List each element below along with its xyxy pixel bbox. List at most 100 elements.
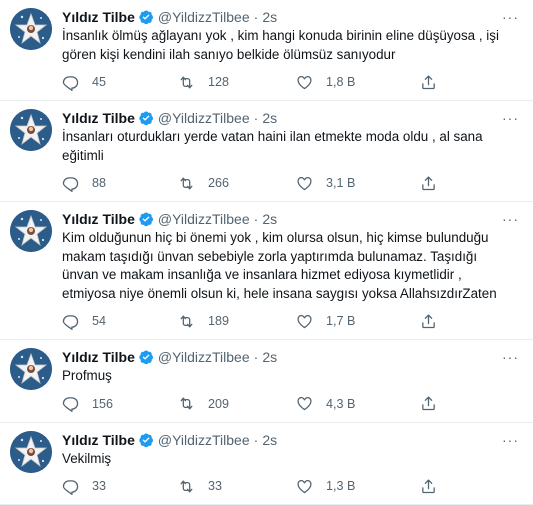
retweet-count: 128 xyxy=(208,75,229,89)
retweet-icon xyxy=(178,175,195,192)
star-avatar-icon xyxy=(10,8,52,50)
reply-count: 54 xyxy=(92,314,106,328)
more-options-icon[interactable]: ··· xyxy=(502,110,519,126)
tweet-text: Profmuş xyxy=(62,367,519,386)
tweet-actions: 45 128 1,8 B xyxy=(62,64,519,100)
reply-icon xyxy=(62,478,79,495)
avatar[interactable] xyxy=(10,210,52,252)
reply-button[interactable]: 33 xyxy=(62,478,178,495)
avatar[interactable] xyxy=(10,8,52,50)
tweet-feed: Yıldız Tilbe @YildizzTilbee · 2s ··· İns… xyxy=(0,0,533,505)
username[interactable]: @YildizzTilbee xyxy=(158,109,250,127)
separator-dot: · xyxy=(254,210,259,228)
verified-badge-icon xyxy=(138,349,154,365)
tweet-header: Yıldız Tilbe @YildizzTilbee · 2s xyxy=(62,431,519,449)
username[interactable]: @YildizzTilbee xyxy=(158,348,250,366)
display-name[interactable]: Yıldız Tilbe xyxy=(62,348,135,366)
tweet[interactable]: Yıldız Tilbe @YildizzTilbee · 2s ··· İns… xyxy=(0,101,533,202)
display-name[interactable]: Yıldız Tilbe xyxy=(62,431,135,449)
retweet-button[interactable]: 128 xyxy=(178,74,296,91)
reply-icon xyxy=(62,74,79,91)
timestamp[interactable]: 2s xyxy=(262,431,277,449)
timestamp[interactable]: 2s xyxy=(262,348,277,366)
star-avatar-icon xyxy=(10,210,52,252)
share-button[interactable] xyxy=(420,74,450,91)
like-count: 1,8 B xyxy=(326,75,355,89)
verified-badge-icon xyxy=(138,211,154,227)
share-icon xyxy=(420,175,437,192)
separator-dot: · xyxy=(254,348,259,366)
tweet-actions: 156 209 4,3 B xyxy=(62,386,519,422)
username[interactable]: @YildizzTilbee xyxy=(158,8,250,26)
reply-button[interactable]: 88 xyxy=(62,175,178,192)
reply-count: 45 xyxy=(92,75,106,89)
retweet-button[interactable]: 209 xyxy=(178,395,296,412)
share-button[interactable] xyxy=(420,395,450,412)
username[interactable]: @YildizzTilbee xyxy=(158,210,250,228)
tweet[interactable]: Yıldız Tilbe @YildizzTilbee · 2s ··· Kim… xyxy=(0,202,533,340)
like-icon xyxy=(296,175,313,192)
like-icon xyxy=(296,313,313,330)
reply-icon xyxy=(62,395,79,412)
avatar[interactable] xyxy=(10,431,52,473)
star-avatar-icon xyxy=(10,109,52,151)
like-button[interactable]: 3,1 B xyxy=(296,175,420,192)
tweet-text: İnsanları oturdukları yerde vatan haini … xyxy=(62,128,519,165)
more-options-icon[interactable]: ··· xyxy=(502,211,519,227)
reply-icon xyxy=(62,313,79,330)
tweet-text: Vekilmiş xyxy=(62,450,519,469)
share-icon xyxy=(420,478,437,495)
retweet-icon xyxy=(178,478,195,495)
like-count: 1,7 B xyxy=(326,314,355,328)
timestamp[interactable]: 2s xyxy=(262,210,277,228)
like-icon xyxy=(296,478,313,495)
separator-dot: · xyxy=(254,109,259,127)
reply-button[interactable]: 45 xyxy=(62,74,178,91)
retweet-button[interactable]: 33 xyxy=(178,478,296,495)
tweet-actions: 33 33 1,3 B xyxy=(62,468,519,504)
share-button[interactable] xyxy=(420,175,450,192)
verified-badge-icon xyxy=(138,9,154,25)
like-button[interactable]: 4,3 B xyxy=(296,395,420,412)
display-name[interactable]: Yıldız Tilbe xyxy=(62,109,135,127)
like-button[interactable]: 1,8 B xyxy=(296,74,420,91)
reply-count: 156 xyxy=(92,397,113,411)
display-name[interactable]: Yıldız Tilbe xyxy=(62,8,135,26)
retweet-button[interactable]: 189 xyxy=(178,313,296,330)
share-icon xyxy=(420,74,437,91)
tweet-header: Yıldız Tilbe @YildizzTilbee · 2s xyxy=(62,348,519,366)
retweet-count: 209 xyxy=(208,397,229,411)
reply-button[interactable]: 156 xyxy=(62,395,178,412)
tweet-text: İnsanlık ölmüş ağlayanı yok , kim hangi … xyxy=(62,27,519,64)
tweet[interactable]: Yıldız Tilbe @YildizzTilbee · 2s ··· İns… xyxy=(0,0,533,101)
star-avatar-icon xyxy=(10,348,52,390)
retweet-count: 266 xyxy=(208,176,229,190)
tweet-header: Yıldız Tilbe @YildizzTilbee · 2s xyxy=(62,109,519,127)
share-button[interactable] xyxy=(420,313,450,330)
avatar[interactable] xyxy=(10,348,52,390)
separator-dot: · xyxy=(254,431,259,449)
tweet[interactable]: Yıldız Tilbe @YildizzTilbee · 2s ··· Pro… xyxy=(0,340,533,423)
like-button[interactable]: 1,3 B xyxy=(296,478,420,495)
more-options-icon[interactable]: ··· xyxy=(502,432,519,448)
timestamp[interactable]: 2s xyxy=(262,8,277,26)
like-button[interactable]: 1,7 B xyxy=(296,313,420,330)
avatar[interactable] xyxy=(10,109,52,151)
timestamp[interactable]: 2s xyxy=(262,109,277,127)
share-icon xyxy=(420,395,437,412)
like-count: 3,1 B xyxy=(326,176,355,190)
tweet[interactable]: Yıldız Tilbe @YildizzTilbee · 2s ··· Vek… xyxy=(0,423,533,505)
display-name[interactable]: Yıldız Tilbe xyxy=(62,210,135,228)
more-options-icon[interactable]: ··· xyxy=(502,349,519,365)
tweet-actions: 88 266 3,1 B xyxy=(62,165,519,201)
like-icon xyxy=(296,74,313,91)
username[interactable]: @YildizzTilbee xyxy=(158,431,250,449)
tweet-text: Kim olduğunun hiç bi önemi yok , kim olu… xyxy=(62,229,519,303)
retweet-button[interactable]: 266 xyxy=(178,175,296,192)
reply-icon xyxy=(62,175,79,192)
share-button[interactable] xyxy=(420,478,450,495)
verified-badge-icon xyxy=(138,110,154,126)
separator-dot: · xyxy=(254,8,259,26)
more-options-icon[interactable]: ··· xyxy=(502,9,519,25)
reply-button[interactable]: 54 xyxy=(62,313,178,330)
